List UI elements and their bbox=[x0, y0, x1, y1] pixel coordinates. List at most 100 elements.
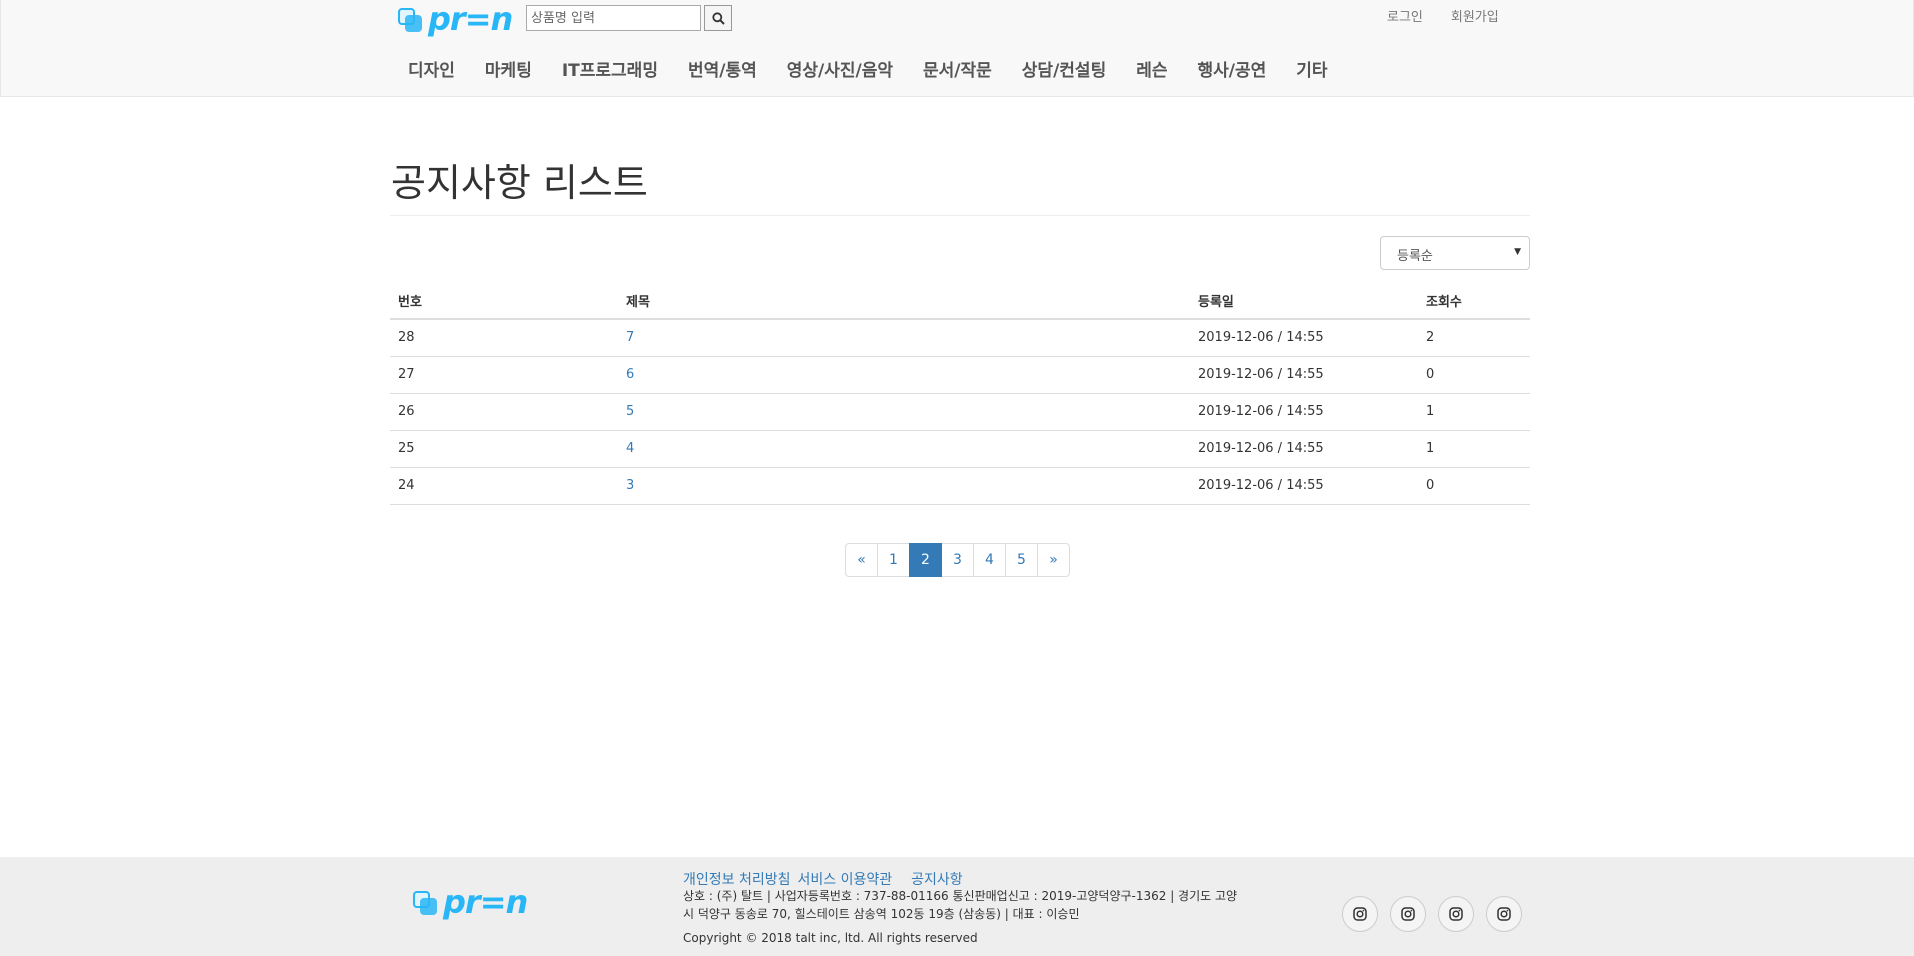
page-button[interactable]: 5 bbox=[1005, 543, 1038, 577]
page-next-button[interactable]: » bbox=[1037, 543, 1070, 577]
table-cell: 2019-12-06 / 14:55 bbox=[1190, 430, 1418, 468]
footer-links: 개인정보 처리방침 서비스 이용약관 공지사항 bbox=[683, 869, 963, 889]
row-number: 26 bbox=[398, 404, 415, 419]
row-date: 2019-12-06 / 14:55 bbox=[1198, 478, 1324, 493]
nav-item[interactable]: 문서/작문 bbox=[908, 53, 1007, 89]
logo-text: pr=n bbox=[443, 883, 528, 921]
row-title-link[interactable]: 6 bbox=[626, 367, 634, 382]
company-info-line: 상호 : (주) 탈트 | 사업자등록번호 : 737-88-01166 통신판… bbox=[683, 889, 1238, 903]
row-views: 2 bbox=[1426, 330, 1435, 346]
instagram-icon bbox=[1497, 907, 1511, 921]
page-prev-button[interactable]: « bbox=[845, 543, 878, 577]
header-date: 등록일 bbox=[1190, 282, 1418, 320]
row-date: 2019-12-06 / 14:55 bbox=[1198, 367, 1324, 382]
social-link[interactable] bbox=[1486, 896, 1522, 932]
table-cell: 0 bbox=[1418, 467, 1530, 505]
nav-item[interactable]: IT프로그래밍 bbox=[547, 53, 673, 89]
search-input[interactable] bbox=[526, 5, 701, 31]
table-cell: 26 bbox=[390, 393, 618, 431]
logo-mark-icon bbox=[413, 889, 439, 915]
footer-logo[interactable]: pr=n bbox=[413, 883, 528, 921]
search-bar bbox=[526, 5, 732, 31]
site-footer: pr=n 개인정보 처리방침 서비스 이용약관 공지사항 상호 : (주) 탈트… bbox=[0, 857, 1914, 956]
page-title: 공지사항 리스트 bbox=[391, 161, 648, 205]
company-info: 상호 : (주) 탈트 | 사업자등록번호 : 737-88-01166 통신판… bbox=[683, 887, 1243, 923]
instagram-icon bbox=[1353, 907, 1367, 921]
row-views: 1 bbox=[1426, 441, 1435, 456]
table-cell: 27 bbox=[390, 356, 618, 394]
copyright: Copyright © 2018 talt inc, ltd. All righ… bbox=[683, 931, 978, 945]
logo-mark-icon bbox=[398, 6, 424, 32]
nav-item[interactable]: 상담/컨설팅 bbox=[1007, 53, 1121, 89]
account-links: 로그인 회원가입 bbox=[1387, 6, 1499, 25]
category-nav: 디자인 마케팅 IT프로그래밍 번역/통역 영상/사진/음악 문서/작문 상담/컨설팅 레슨 행… bbox=[393, 53, 1343, 89]
login-link[interactable]: 로그인 bbox=[1387, 6, 1423, 25]
table-cell: 7 bbox=[618, 319, 1190, 357]
privacy-policy-link[interactable]: 개인정보 처리방침 bbox=[683, 869, 791, 889]
header-views: 조회수 bbox=[1418, 282, 1530, 320]
instagram-icon bbox=[1449, 907, 1463, 921]
table-cell: 0 bbox=[1418, 356, 1530, 394]
page-button[interactable]: 4 bbox=[973, 543, 1006, 577]
terms-link[interactable]: 서비스 이용약관 bbox=[798, 869, 893, 889]
row-views: 1 bbox=[1426, 404, 1435, 419]
table-header-row: 번호 제목 등록일 조회수 bbox=[390, 282, 1530, 320]
table-cell: 25 bbox=[390, 430, 618, 468]
header-number: 번호 bbox=[390, 282, 618, 320]
table-cell: 6 bbox=[618, 356, 1190, 394]
page-button[interactable]: 3 bbox=[941, 543, 974, 577]
table-cell: 2019-12-06 / 14:55 bbox=[1190, 319, 1418, 357]
table-cell: 3 bbox=[618, 467, 1190, 505]
nav-item[interactable]: 영상/사진/음악 bbox=[772, 53, 908, 89]
table-cell: 2019-12-06 / 14:55 bbox=[1190, 393, 1418, 431]
instagram-icon bbox=[1401, 907, 1415, 921]
row-number: 25 bbox=[398, 441, 415, 456]
table-cell: 2 bbox=[1418, 319, 1530, 357]
notice-table: 번호 제목 등록일 조회수 28 7 2019-12-06 / 14:55 2 27 6 2… bbox=[390, 282, 1530, 505]
header-title: 제목 bbox=[618, 282, 1190, 320]
notice-link[interactable]: 공지사항 bbox=[911, 869, 963, 889]
table-cell: 1 bbox=[1418, 393, 1530, 431]
nav-item[interactable]: 레슨 bbox=[1121, 53, 1182, 89]
page-button[interactable]: 1 bbox=[877, 543, 910, 577]
table-row: 24 3 2019-12-06 / 14:55 0 bbox=[390, 467, 1530, 505]
sort-select[interactable]: 등록순 ▼ bbox=[1380, 236, 1530, 270]
table-cell: 28 bbox=[390, 319, 618, 357]
table-row: 28 7 2019-12-06 / 14:55 2 bbox=[390, 319, 1530, 357]
table-cell: 2019-12-06 / 14:55 bbox=[1190, 356, 1418, 394]
table-cell: 2019-12-06 / 14:55 bbox=[1190, 467, 1418, 505]
table-row: 26 5 2019-12-06 / 14:55 1 bbox=[390, 393, 1530, 431]
row-views: 0 bbox=[1426, 478, 1435, 493]
search-icon bbox=[711, 11, 725, 25]
table-cell: 24 bbox=[390, 467, 618, 505]
row-number: 24 bbox=[398, 478, 415, 493]
title-divider bbox=[390, 215, 1530, 216]
social-link[interactable] bbox=[1342, 896, 1378, 932]
caret-down-icon: ▼ bbox=[1514, 247, 1521, 257]
row-title-link[interactable]: 5 bbox=[626, 404, 634, 419]
social-links bbox=[1342, 896, 1522, 932]
nav-item[interactable]: 기타 bbox=[1281, 53, 1342, 89]
row-title-link[interactable]: 7 bbox=[626, 330, 634, 345]
site-logo[interactable]: pr=n bbox=[398, 0, 513, 38]
page-button[interactable]: 2 bbox=[909, 543, 942, 577]
table-row: 27 6 2019-12-06 / 14:55 0 bbox=[390, 356, 1530, 394]
nav-item[interactable]: 행사/공연 bbox=[1183, 53, 1282, 89]
sort-selected-value: 등록순 bbox=[1397, 249, 1433, 264]
social-link[interactable] bbox=[1438, 896, 1474, 932]
nav-item[interactable]: 마케팅 bbox=[470, 53, 547, 89]
table-cell: 5 bbox=[618, 393, 1190, 431]
nav-item[interactable]: 디자인 bbox=[393, 53, 470, 89]
row-title-link[interactable]: 3 bbox=[626, 478, 634, 493]
row-number: 28 bbox=[398, 330, 415, 346]
table-row: 25 4 2019-12-06 / 14:55 1 bbox=[390, 430, 1530, 468]
row-date: 2019-12-06 / 14:55 bbox=[1198, 404, 1324, 419]
social-link[interactable] bbox=[1390, 896, 1426, 932]
signup-link[interactable]: 회원가입 bbox=[1451, 6, 1499, 25]
row-title-link[interactable]: 4 bbox=[626, 441, 634, 456]
nav-item[interactable]: 번역/통역 bbox=[673, 53, 772, 89]
search-button[interactable] bbox=[704, 5, 732, 31]
logo-text: pr=n bbox=[428, 0, 513, 38]
row-number: 27 bbox=[398, 367, 415, 382]
pagination: «1 2 3 4 5» bbox=[845, 543, 1070, 577]
